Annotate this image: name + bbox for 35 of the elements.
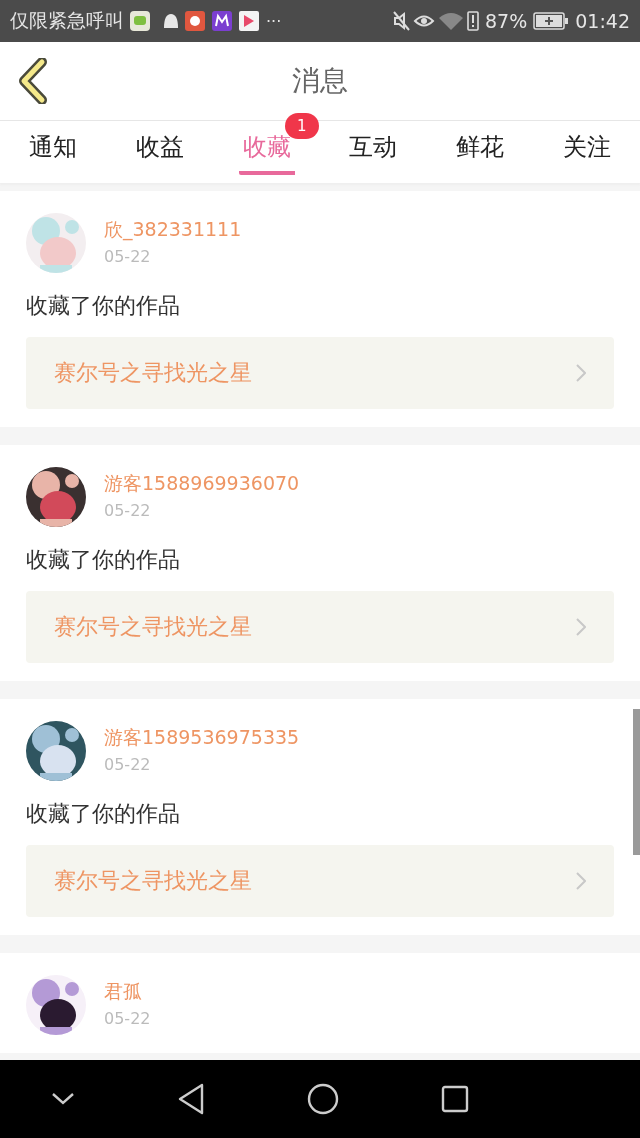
work-link[interactable]: 赛尔号之寻找光之星	[26, 591, 614, 663]
recent-apps-icon[interactable]	[441, 1085, 469, 1113]
user-name[interactable]: 欣_382331111	[104, 217, 242, 243]
tab[interactable]: 收益	[132, 121, 188, 175]
home-icon[interactable]	[307, 1083, 339, 1115]
clock: 01:42	[575, 10, 630, 32]
work-link[interactable]: 赛尔号之寻找光之星	[26, 337, 614, 409]
chevron-right-icon	[576, 872, 586, 890]
work-title: 赛尔号之寻找光之星	[54, 613, 252, 641]
work-title: 赛尔号之寻找光之星	[54, 359, 252, 387]
battery-icon	[533, 12, 570, 30]
chevron-right-icon	[576, 618, 586, 636]
message-text: 收藏了你的作品	[26, 292, 181, 320]
back-icon[interactable]	[18, 58, 48, 104]
page-title: 消息	[292, 63, 348, 99]
user-name[interactable]: 君孤	[104, 979, 151, 1005]
work-title: 赛尔号之寻找光之星	[54, 867, 252, 895]
more-notifications: ···	[266, 11, 282, 31]
tab[interactable]: 关注	[558, 121, 615, 175]
work-link[interactable]: 赛尔号之寻找光之星	[26, 845, 614, 917]
message-text: 收藏了你的作品	[26, 546, 181, 574]
message-text: 收藏了你的作品	[26, 800, 181, 828]
tab[interactable]: 通知	[25, 121, 82, 175]
status-text: 仅限紧急呼叫	[10, 8, 124, 33]
tab[interactable]: 互动	[345, 121, 402, 175]
chevron-down-icon[interactable]	[51, 1092, 75, 1106]
user-name[interactable]: 游客1589536975335	[104, 725, 300, 751]
battery-percent: 87%	[485, 10, 528, 32]
user-name[interactable]: 游客1588969936070	[104, 471, 300, 497]
tab[interactable]: 鲜花	[452, 121, 508, 175]
message-date: 05-22	[104, 755, 152, 774]
message-date: 05-22	[104, 247, 152, 266]
message-date: 05-22	[104, 1009, 151, 1028]
chevron-right-icon	[576, 364, 586, 382]
message-date: 05-22	[104, 501, 152, 520]
